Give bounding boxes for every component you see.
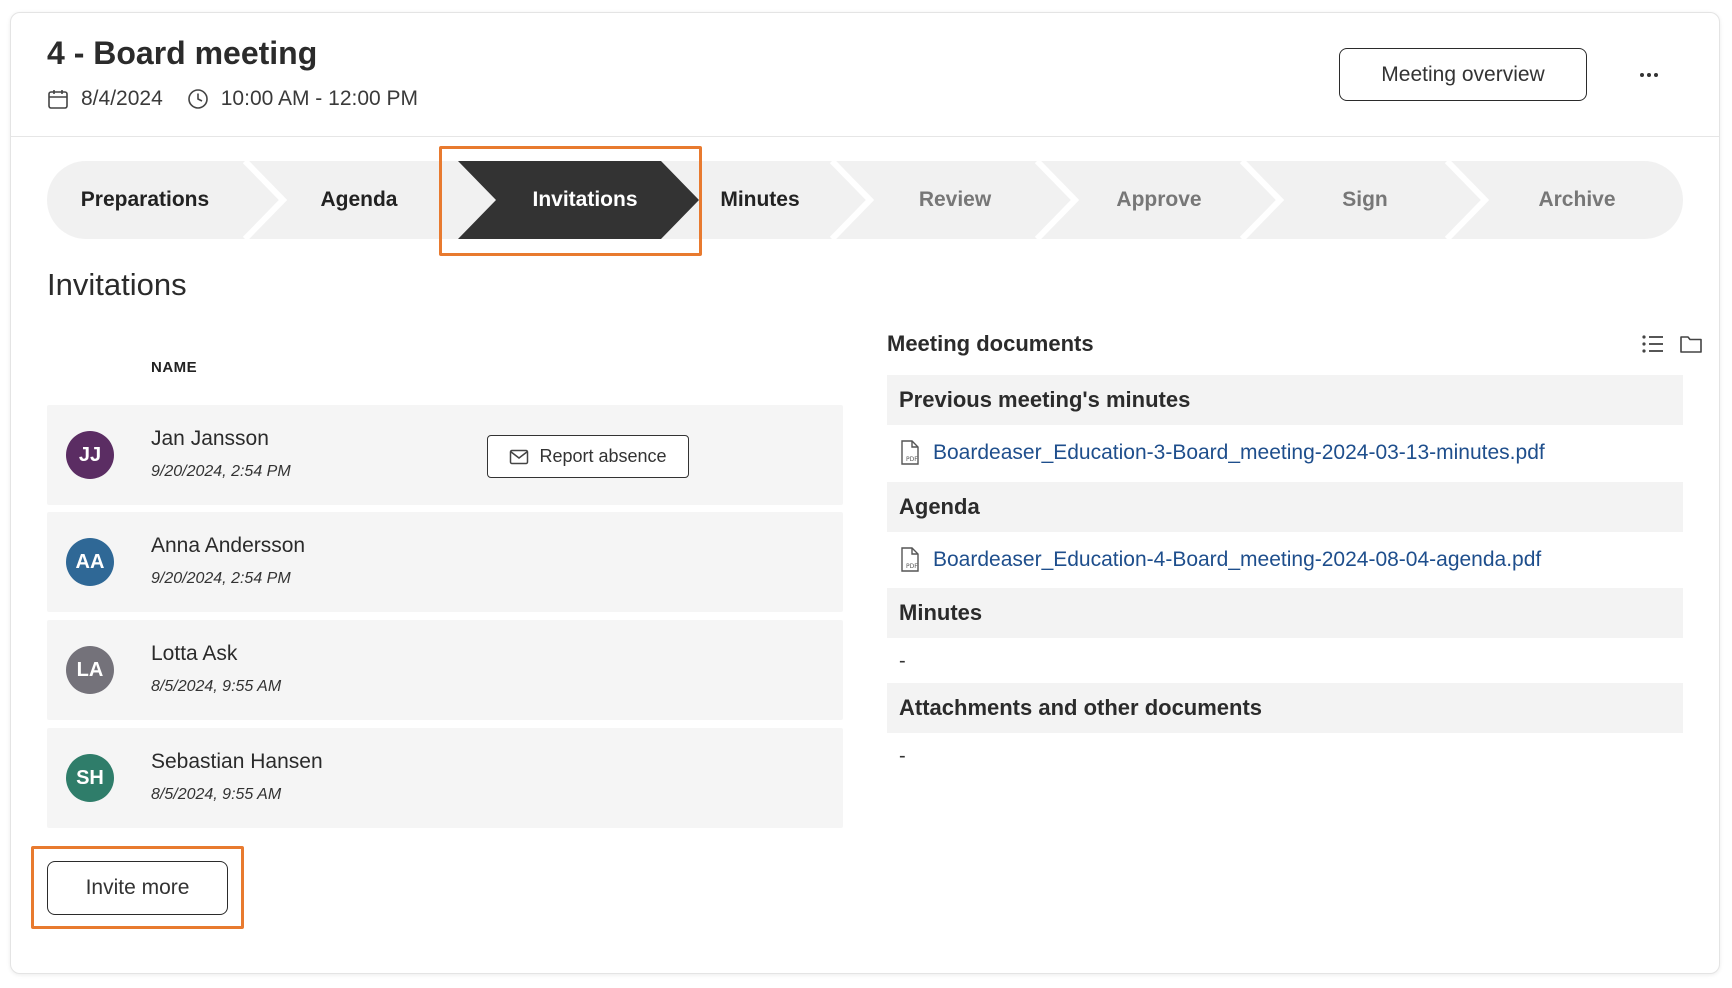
meeting-date: 8/4/2024 xyxy=(81,87,163,110)
invitation-row: AA Anna Andersson 9/20/2024, 2:54 PM xyxy=(47,512,843,612)
invitations-heading: Invitations xyxy=(47,267,187,302)
calendar-icon xyxy=(48,90,68,109)
file-name: Boardeaser_Education-4-Board_meeting-202… xyxy=(933,548,1542,571)
step-invitations[interactable]: Invitations xyxy=(479,161,691,239)
report-absence-button[interactable]: Report absence xyxy=(487,435,689,478)
clock-icon xyxy=(187,89,208,109)
file-name: Boardeaser_Education-3-Board_meeting-202… xyxy=(933,441,1545,464)
step-sign[interactable]: Sign xyxy=(1265,161,1465,239)
attachments-empty: - xyxy=(899,745,906,767)
step-archive[interactable]: Archive xyxy=(1471,161,1683,239)
agenda-file-link[interactable]: PDF Boardeaser_Education-4-Board_meeting… xyxy=(899,547,1541,573)
folder-icon[interactable] xyxy=(1679,333,1703,355)
doc-group-previous-minutes: Previous meeting's minutes xyxy=(887,375,1683,425)
step-agenda[interactable]: Agenda xyxy=(247,161,471,239)
meeting-time: 10:00 AM - 12:00 PM xyxy=(220,87,419,110)
invitation-date: 9/20/2024, 2:54 PM xyxy=(151,463,291,480)
svg-text:PDF: PDF xyxy=(906,456,918,463)
avatar: AA xyxy=(66,538,114,586)
person-name: Jan Jansson xyxy=(151,427,269,450)
person-name: Sebastian Hansen xyxy=(151,750,323,773)
doc-group-minutes: Minutes xyxy=(887,588,1683,638)
list-view-icon[interactable] xyxy=(1641,333,1665,355)
workflow-stepper: Preparations Agenda Invitations Minutes … xyxy=(47,161,1683,239)
envelope-icon xyxy=(510,449,529,464)
meeting-card: 4 - Board meeting 8/4/2024 10:00 AM - 12… xyxy=(10,12,1720,974)
meeting-overview-button[interactable]: Meeting overview xyxy=(1339,48,1587,101)
step-preparations[interactable]: Preparations xyxy=(47,161,243,239)
invitation-date: 9/20/2024, 2:54 PM xyxy=(151,570,291,587)
previous-minutes-file-link[interactable]: PDF Boardeaser_Education-3-Board_meeting… xyxy=(899,440,1545,466)
avatar: JJ xyxy=(66,431,114,479)
invite-more-button[interactable]: Invite more xyxy=(47,861,228,915)
report-absence-label: Report absence xyxy=(539,446,667,466)
minutes-empty: - xyxy=(899,650,906,672)
svg-text:PDF: PDF xyxy=(906,563,918,570)
person-name: Lotta Ask xyxy=(151,642,238,665)
ellipsis-icon[interactable] xyxy=(1631,63,1667,87)
meeting-documents-heading: Meeting documents xyxy=(887,331,1094,356)
pdf-file-icon: PDF xyxy=(901,547,919,572)
step-review[interactable]: Review xyxy=(857,161,1053,239)
invitation-row: SH Sebastian Hansen 8/5/2024, 9:55 AM xyxy=(47,728,843,828)
step-approve[interactable]: Approve xyxy=(1059,161,1259,239)
person-name: Anna Andersson xyxy=(151,534,306,557)
name-column-header: NAME xyxy=(151,359,198,376)
meeting-header: 4 - Board meeting 8/4/2024 10:00 AM - 12… xyxy=(11,13,1719,137)
step-minutes[interactable]: Minutes xyxy=(667,161,853,239)
invitation-row: JJ Jan Jansson 9/20/2024, 2:54 PM Report… xyxy=(47,405,843,505)
meeting-title: 4 - Board meeting xyxy=(47,35,318,71)
invitation-date: 8/5/2024, 9:55 AM xyxy=(151,678,282,695)
view-toggle xyxy=(1627,333,1703,355)
avatar: SH xyxy=(66,754,114,802)
avatar: LA xyxy=(66,646,114,694)
doc-group-agenda: Agenda xyxy=(887,482,1683,532)
invitation-date: 8/5/2024, 9:55 AM xyxy=(151,786,282,803)
invitation-row: LA Lotta Ask 8/5/2024, 9:55 AM xyxy=(47,620,843,720)
pdf-file-icon: PDF xyxy=(901,440,919,465)
meeting-meta: 8/4/2024 10:00 AM - 12:00 PM xyxy=(47,87,442,111)
doc-group-attachments: Attachments and other documents xyxy=(887,683,1683,733)
